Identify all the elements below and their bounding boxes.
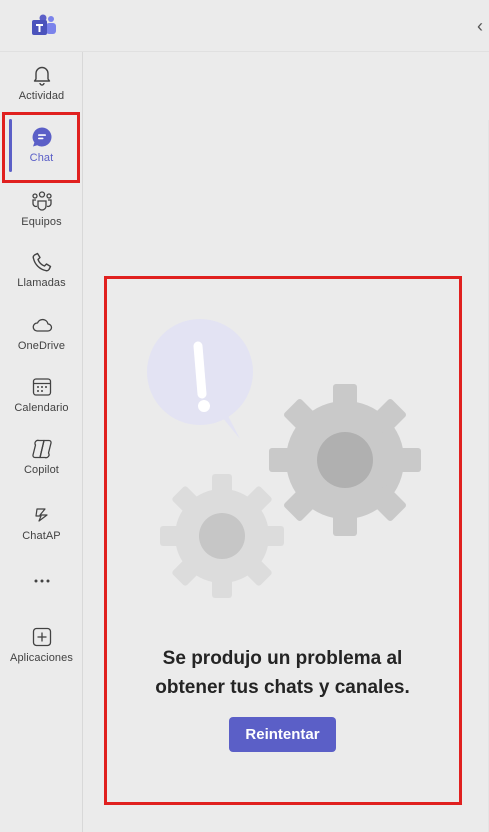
rail-label: OneDrive: [17, 340, 66, 352]
error-highlight-box: [104, 276, 462, 805]
rail-label: Actividad: [18, 90, 65, 102]
teams-people-icon: [31, 191, 52, 211]
bell-icon: [33, 66, 50, 86]
teams-logo-icon[interactable]: [30, 14, 58, 38]
rail-item-more[interactable]: [0, 570, 83, 592]
rail-label: Copilot: [24, 464, 59, 476]
chatap-icon: [34, 508, 48, 522]
rail-label: Calendario: [14, 402, 69, 414]
chat-highlight-box: [2, 112, 80, 183]
cloud-icon: [32, 318, 52, 332]
calendar-icon: [32, 378, 51, 396]
rail-label: ChatAP: [22, 530, 61, 542]
rail-item-actividad[interactable]: Actividad: [0, 64, 83, 102]
copilot-icon: [31, 439, 52, 459]
rail-item-equipos[interactable]: Equipos: [0, 190, 83, 228]
more-icon: [34, 579, 49, 583]
rail-item-aplicaciones[interactable]: Aplicaciones: [0, 626, 83, 664]
rail-item-copilot[interactable]: Copilot: [0, 438, 83, 476]
top-bar: ‹: [0, 0, 489, 52]
rail-item-onedrive[interactable]: OneDrive: [0, 314, 83, 352]
rail-item-llamadas[interactable]: Llamadas: [0, 251, 83, 289]
chevron-left-icon[interactable]: ‹: [477, 14, 489, 38]
add-apps-icon: [32, 627, 51, 647]
rail-label: Llamadas: [17, 277, 66, 289]
rail-item-calendario[interactable]: Calendario: [0, 376, 83, 414]
rail-label: Equipos: [21, 216, 62, 228]
rail-item-chatap[interactable]: ChatAP: [0, 504, 83, 542]
rail-label: Aplicaciones: [10, 652, 73, 664]
phone-icon: [32, 252, 51, 272]
